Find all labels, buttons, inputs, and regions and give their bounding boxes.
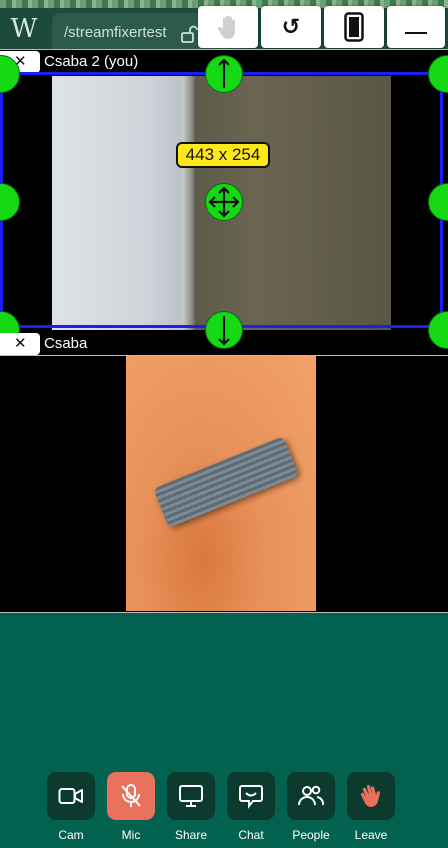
tile-name-self: Csaba 2 (you) (44, 53, 139, 70)
leave-label: Leave (354, 828, 388, 842)
move-arrows-icon (208, 186, 240, 218)
cam-button[interactable] (47, 772, 95, 820)
mic-button[interactable] (107, 772, 155, 820)
resize-handle-bottom[interactable] (205, 311, 243, 349)
app-logo[interactable]: W (9, 14, 39, 44)
move-handle[interactable] (205, 183, 243, 221)
people-button[interactable] (287, 772, 335, 820)
chat-button[interactable] (227, 772, 275, 820)
top-bar: W /streamfixertest ↺ (0, 0, 448, 50)
mic-label: Mic (121, 828, 141, 842)
share-button[interactable] (167, 772, 215, 820)
cam-label: Cam (58, 828, 84, 842)
raise-hand-icon (217, 15, 235, 39)
mic-muted-icon (121, 784, 141, 807)
wave-hand-icon (360, 784, 381, 807)
room-name: /streamfixertest (64, 24, 167, 41)
people-icon (298, 785, 325, 806)
camera-icon (58, 788, 83, 804)
tile-name-remote: Csaba (44, 335, 88, 352)
tile-divider (0, 49, 448, 50)
rotate-button[interactable]: ↺ (261, 6, 321, 48)
video-feed-remote (126, 356, 316, 611)
resize-handle-top[interactable] (205, 55, 243, 93)
video-object (153, 436, 299, 528)
tile-divider (0, 355, 448, 356)
arrow-vertical-icon (218, 58, 230, 88)
minimize-icon (405, 32, 427, 34)
chat-label: Chat (238, 828, 264, 842)
raise-hand-button[interactable] (198, 6, 258, 48)
minimize-button[interactable] (387, 6, 445, 48)
rotate-icon: ↺ (281, 14, 301, 40)
share-label: Share (174, 828, 208, 842)
chat-icon (239, 785, 263, 809)
leave-button[interactable] (347, 772, 395, 820)
close-icon[interactable]: ✕ (14, 333, 27, 355)
tile-divider (0, 612, 448, 613)
phone-icon (344, 12, 364, 42)
arrow-vertical-icon (218, 316, 230, 346)
unlock-icon[interactable] (180, 25, 198, 43)
tile-close-tab[interactable]: ✕ (0, 333, 40, 355)
phone-layout-button[interactable] (324, 6, 384, 48)
screen-share-icon (179, 785, 203, 807)
size-readout: 443 x 254 (176, 142, 270, 168)
video-tile-remote[interactable] (0, 356, 448, 612)
people-label: People (292, 828, 330, 842)
